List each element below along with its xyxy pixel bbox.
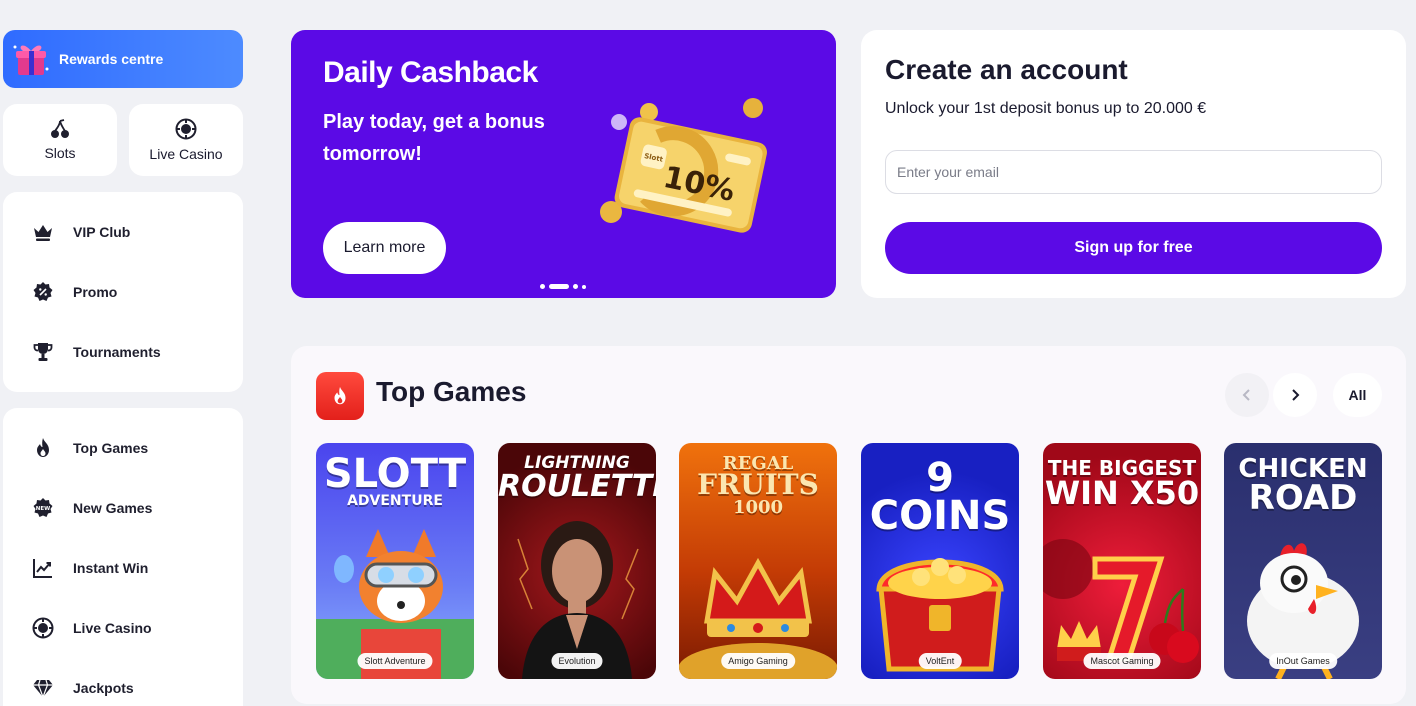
email-field[interactable] — [885, 150, 1382, 194]
sidebar-item-label: Live Casino — [73, 620, 152, 636]
game-provider-badge: Slott Adventure — [357, 653, 433, 669]
sidebar-item-tournaments[interactable]: Tournaments — [3, 332, 243, 372]
carousel-dot-active[interactable] — [549, 284, 569, 289]
game-provider-badge: InOut Games — [1269, 653, 1337, 669]
sidebar-nav-group-2: Top Games NEW New Games Instant Win Live… — [3, 408, 243, 706]
view-all-button[interactable]: All — [1333, 373, 1382, 417]
sidebar-item-top-games[interactable]: Top Games — [3, 428, 243, 468]
banner-subtitle: Play today, get a bonus tomorrow! — [323, 111, 545, 165]
carousel-dot[interactable] — [540, 284, 545, 289]
crown-icon — [34, 225, 52, 241]
game-title-line: ROULETTE — [498, 469, 656, 505]
trophy-icon — [33, 343, 53, 361]
game-provider-badge: VoltEnt — [918, 653, 962, 669]
game-card-the-biggest-win-x50[interactable]: THE BIGGEST WIN X50 Mascot Gaming — [1043, 443, 1201, 679]
game-title-line: FRUITS — [697, 468, 819, 502]
top-games-section: Top Games All SLOTT ADVENTURE Slott Adve… — [291, 346, 1406, 704]
sidebar-item-vip-club[interactable]: VIP Club — [3, 212, 243, 252]
quick-link-label: Live Casino — [149, 146, 223, 162]
sidebar-item-jackpots[interactable]: Jackpots — [3, 668, 243, 706]
quick-link-label: Slots — [44, 145, 76, 161]
game-card-regal-fruits-1000[interactable]: REGAL FRUITS 1000 Amigo Gaming — [679, 443, 837, 679]
sidebar-item-label: New Games — [73, 500, 153, 516]
game-title: REGAL FRUITS 1000 — [679, 454, 837, 518]
section-title: Top Games — [376, 376, 527, 407]
game-card-lightning-roulette[interactable]: LIGHTNING ROULETTE Evolution — [498, 443, 656, 679]
banner-title: Daily Cashback — [323, 56, 538, 89]
chip-icon — [32, 617, 54, 639]
chip-icon — [175, 118, 197, 140]
sidebar-item-label: Top Games — [73, 440, 149, 456]
sidebar-item-instant-win[interactable]: Instant Win — [3, 548, 243, 588]
signup-title: Create an account — [885, 54, 1128, 85]
rewards-centre-label: Rewards centre — [59, 51, 164, 67]
cherries-icon — [51, 119, 69, 138]
game-title-line: 1000 — [732, 496, 784, 518]
next-button[interactable] — [1273, 373, 1317, 417]
daily-cashback-banner[interactable]: Daily Cashback Play today, get a bonus t… — [291, 30, 836, 298]
chevron-left-icon — [1242, 389, 1250, 401]
promo-badge-icon — [33, 282, 53, 301]
cashback-card-illustration: Slott 10% — [600, 98, 767, 233]
chart-line-icon — [33, 559, 52, 578]
carousel-dot[interactable] — [582, 284, 586, 289]
sidebar-item-label: Instant Win — [73, 560, 149, 576]
sidebar-item-new-games[interactable]: NEW New Games — [3, 488, 243, 528]
game-title: CHICKEN ROAD — [1224, 455, 1382, 518]
learn-more-button[interactable]: Learn more — [323, 222, 446, 274]
game-card-slott-adventure[interactable]: SLOTT ADVENTURE Slott Adventure — [316, 443, 474, 679]
game-card-9-coins[interactable]: 9 COINS VoltEnt — [861, 443, 1019, 679]
quick-link-live-casino[interactable]: Live Casino — [129, 104, 243, 176]
game-title: LIGHTNING ROULETTE — [498, 454, 656, 505]
sidebar-item-promo[interactable]: Promo — [3, 272, 243, 312]
chevron-right-icon — [1292, 389, 1300, 401]
sidebar-item-live-casino[interactable]: Live Casino — [3, 608, 243, 648]
game-title-line: ROAD — [1248, 477, 1358, 518]
signup-subtitle: Unlock your 1st deposit bonus up to 20.0… — [885, 100, 1207, 117]
sidebar-nav-group-1: VIP Club Promo Tournaments — [3, 192, 243, 392]
previous-button[interactable] — [1225, 373, 1269, 417]
game-title-line: SLOTT — [323, 451, 467, 497]
quick-link-slots[interactable]: Slots — [3, 104, 117, 176]
game-provider-badge: Evolution — [551, 653, 603, 669]
carousel-dot[interactable] — [573, 284, 578, 289]
sign-up-button[interactable]: Sign up for free — [885, 222, 1382, 274]
sidebar-item-label: Promo — [73, 284, 118, 300]
create-account-card: Create an account Unlock your 1st deposi… — [861, 30, 1406, 298]
sidebar-item-label: Jackpots — [73, 680, 134, 696]
game-provider-badge: Amigo Gaming — [721, 653, 795, 669]
sidebar-item-label: Tournaments — [73, 344, 161, 360]
game-provider-badge: Mascot Gaming — [1083, 653, 1161, 669]
sidebar-item-label: VIP Club — [73, 224, 131, 240]
fire-icon — [316, 372, 364, 420]
game-title-line: WIN X50 — [1044, 474, 1200, 512]
gift-icon — [11, 39, 51, 79]
game-title: SLOTT ADVENTURE — [316, 451, 474, 508]
game-title: THE BIGGEST WIN X50 — [1043, 455, 1201, 512]
diamond-icon — [33, 679, 53, 699]
fire-icon — [37, 438, 49, 457]
game-card-chicken-road[interactable]: CHICKEN ROAD InOut Games — [1224, 443, 1382, 679]
rewards-centre-button[interactable]: Rewards centre — [3, 30, 243, 88]
carousel-dots — [540, 284, 586, 289]
new-badge-text: NEW — [36, 506, 50, 512]
new-badge-icon: NEW — [33, 498, 53, 517]
